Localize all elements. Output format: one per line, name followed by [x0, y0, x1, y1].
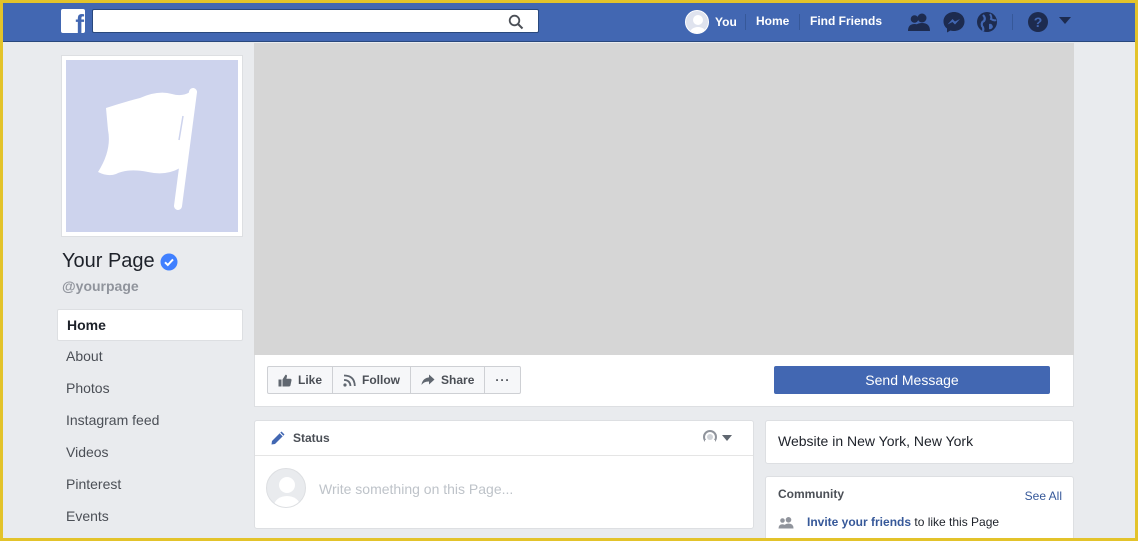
user-silhouette-icon: [274, 477, 300, 507]
search-icon[interactable]: [508, 14, 524, 30]
audience-person-icon: [703, 430, 717, 446]
page-name-text[interactable]: Your Page: [62, 250, 155, 273]
share-label: Share: [441, 373, 475, 387]
sidebar-item-events[interactable]: Events: [57, 501, 243, 533]
more-options-button[interactable]: ···: [485, 367, 520, 393]
sidebar-item-pinterest[interactable]: Pinterest: [57, 469, 243, 501]
notifications-globe-icon[interactable]: [975, 11, 999, 33]
flag-icon: [98, 88, 197, 210]
see-all-link[interactable]: See All: [1025, 489, 1062, 503]
share-button[interactable]: Share: [411, 367, 486, 393]
community-card: Community See All Invite your friends to…: [765, 476, 1074, 538]
page-sidebar-nav: Home About Photos Instagram feed Videos …: [57, 309, 243, 533]
invite-friends-row: Invite your friends to like this Page: [778, 515, 999, 529]
send-message-button[interactable]: Send Message: [774, 366, 1050, 394]
invite-friends-link[interactable]: Invite your friends: [807, 515, 911, 529]
follow-label: Follow: [362, 373, 401, 387]
facebook-logo-icon[interactable]: f: [61, 9, 85, 33]
sidebar-item-instagram-feed[interactable]: Instagram feed: [57, 405, 243, 437]
rss-follow-icon: [343, 374, 356, 387]
nav-divider: [745, 14, 746, 30]
composer-header: Status: [255, 421, 753, 456]
messenger-icon[interactable]: [942, 11, 966, 33]
sidebar-item-home[interactable]: Home: [57, 309, 243, 341]
sidebar-item-about[interactable]: About: [57, 341, 243, 373]
top-navigation-bar: f You Home Find Friends ?: [3, 3, 1135, 42]
home-link[interactable]: Home: [756, 14, 789, 28]
verified-badge-icon: [160, 253, 178, 270]
audience-selector[interactable]: [702, 430, 733, 446]
sidebar-item-videos[interactable]: Videos: [57, 437, 243, 469]
page-canvas: f You Home Find Friends ? Your Page @you…: [3, 3, 1135, 538]
profile-link[interactable]: You: [685, 10, 737, 34]
nav-divider: [1012, 14, 1013, 30]
thumbs-up-icon: [278, 374, 292, 386]
invite-friends-text: to like this Page: [911, 515, 1000, 529]
profile-picture: [66, 60, 238, 232]
avatar: [685, 10, 709, 34]
tab-status[interactable]: Status: [293, 431, 330, 445]
composer-avatar: [266, 468, 306, 508]
help-icon[interactable]: ?: [1026, 11, 1050, 33]
svg-text:?: ?: [1034, 14, 1043, 30]
website-location-text: Website in New York, New York: [778, 433, 974, 449]
page-action-buttons: Like Follow Share ···: [267, 366, 522, 394]
website-info-card: Website in New York, New York: [765, 420, 1074, 464]
more-ellipsis-icon: ···: [495, 373, 511, 387]
search-input[interactable]: [99, 11, 499, 31]
pencil-icon: [271, 431, 285, 445]
page-handle[interactable]: @yourpage: [62, 278, 139, 294]
page-title: Your Page: [62, 250, 178, 273]
community-title: Community: [778, 487, 844, 501]
you-label: You: [715, 15, 737, 29]
sidebar-item-photos[interactable]: Photos: [57, 373, 243, 405]
share-arrow-icon: [421, 374, 435, 385]
friend-requests-icon[interactable]: [907, 11, 931, 33]
follow-button[interactable]: Follow: [333, 367, 412, 393]
chevron-down-icon: [722, 435, 732, 441]
status-composer: Status Write something on this Page...: [254, 420, 754, 529]
find-friends-link[interactable]: Find Friends: [810, 14, 882, 28]
composer-input[interactable]: Write something on this Page...: [319, 481, 513, 497]
like-button[interactable]: Like: [268, 367, 334, 393]
cover-photo[interactable]: [254, 43, 1074, 355]
invite-friends-icon: [778, 516, 794, 528]
like-label: Like: [298, 373, 323, 387]
account-menu-chevron-down-icon[interactable]: [1058, 15, 1072, 27]
user-silhouette-icon: [690, 15, 706, 33]
profile-picture-frame[interactable]: [61, 55, 243, 237]
page-action-bar: Like Follow Share ··· Send Message: [254, 355, 1074, 407]
nav-divider: [799, 14, 800, 30]
search-bar[interactable]: [92, 9, 539, 33]
